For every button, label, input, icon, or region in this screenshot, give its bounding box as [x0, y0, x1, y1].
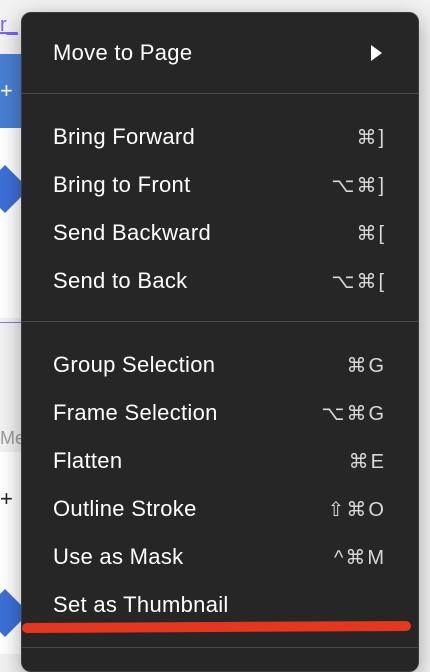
menu-item-label: Flatten: [53, 448, 123, 473]
menu-item-group-selection[interactable]: Group Selection ⌘G: [22, 341, 418, 389]
menu-item-use-as-mask[interactable]: Use as Mask ^⌘M: [22, 533, 418, 581]
menu-item-bring-to-front[interactable]: Bring to Front ⌥⌘]: [22, 161, 418, 209]
menu-item-label: Group Selection: [53, 352, 216, 377]
background-link-fragment: r_: [0, 14, 18, 36]
shortcut-label: ⌘]: [356, 126, 386, 149]
background-plus-icon: +: [0, 78, 13, 103]
menu-item-outline-stroke[interactable]: Outline Stroke ⇧⌘O: [22, 485, 418, 533]
menu-item-send-backward[interactable]: Send Backward ⌘[: [22, 209, 418, 257]
shortcut-label: ⇧⌘O: [327, 498, 386, 521]
menu-item-label: Move to Page: [53, 40, 193, 65]
shortcut-label: ^⌘M: [333, 546, 386, 569]
shortcut-label: ⌥⌘]: [331, 174, 386, 197]
menu-item-label: Use as Mask: [53, 544, 184, 569]
menu-item-send-to-back[interactable]: Send to Back ⌥⌘[: [22, 257, 418, 305]
menu-item-label: Send Backward: [53, 220, 211, 245]
menu-divider: [22, 647, 418, 648]
submenu-arrow-icon: [371, 45, 382, 61]
context-menu: Move to Page Bring Forward ⌘] Bring to F…: [21, 12, 419, 672]
menu-item-label: Outline Stroke: [53, 496, 197, 521]
shortcut-label: ⌘E: [348, 450, 386, 473]
menu-divider: [22, 321, 418, 322]
menu-item-label: Send to Back: [53, 268, 188, 293]
shortcut-label: ⌘G: [346, 354, 386, 377]
menu-item-label: Set as Thumbnail: [53, 592, 229, 617]
shortcut-label: ⌥⌘G: [321, 402, 386, 425]
menu-item-move-to-page[interactable]: Move to Page: [22, 29, 418, 77]
red-underline-annotation: [21, 620, 412, 634]
menu-item-flatten[interactable]: Flatten ⌘E: [22, 437, 418, 485]
menu-divider: [22, 93, 418, 94]
menu-item-label: Frame Selection: [53, 400, 218, 425]
shortcut-label: ⌘[: [356, 222, 386, 245]
menu-item-frame-selection[interactable]: Frame Selection ⌥⌘G: [22, 389, 418, 437]
menu-item-label: Bring Forward: [53, 124, 196, 149]
background-plus-icon: +: [0, 486, 13, 511]
shortcut-label: ⌥⌘[: [331, 270, 386, 293]
menu-item-bring-forward[interactable]: Bring Forward ⌘]: [22, 113, 418, 161]
menu-item-label: Bring to Front: [53, 172, 191, 197]
